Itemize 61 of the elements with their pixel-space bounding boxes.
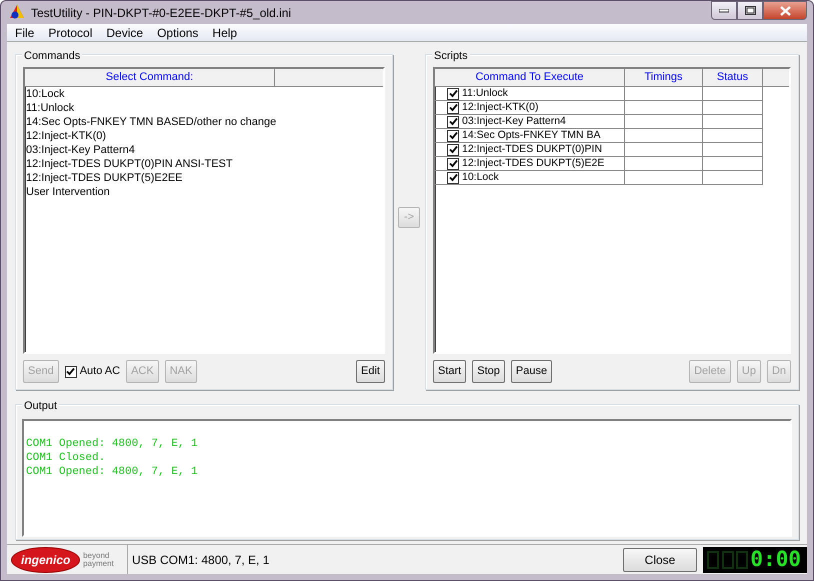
list-item[interactable]: 10:Lock: [25, 87, 383, 101]
close-button[interactable]: [763, 1, 807, 20]
script-command: 12:Inject-TDES DUKPT(0)PIN: [462, 143, 602, 156]
action-button[interactable]: Stop: [472, 360, 505, 383]
app-logo-icon: [9, 4, 25, 21]
action-button[interactable]: Edit: [356, 360, 385, 383]
column-header[interactable]: Command To Execute: [435, 69, 625, 87]
script-command: 11:Unlock: [462, 87, 508, 100]
checkbox[interactable]: [447, 102, 459, 114]
status-cell: [703, 87, 763, 101]
column-header[interactable]: Status: [703, 69, 763, 87]
action-button[interactable]: Start: [433, 360, 466, 383]
script-command: 12:Inject-KTK(0): [462, 101, 538, 114]
close-icon: [780, 6, 790, 16]
status-cell: [703, 157, 763, 171]
list-item[interactable]: 03:Inject-Key Pattern4: [25, 143, 383, 157]
log-line: COM1 Opened: 4800, 7, E, 1: [26, 437, 199, 451]
log-line: COM1 Closed.: [26, 451, 106, 465]
group-title: Output: [22, 398, 60, 414]
brand-logo: ingenico: [11, 546, 80, 572]
status-cell: [703, 143, 763, 157]
list-item[interactable]: 14:Sec Opts-FNKEY TMN BASED/other no change: [25, 115, 383, 129]
checkbox[interactable]: [447, 88, 459, 100]
log-line: COM1 Opened: 4800, 7, E, 1: [26, 465, 199, 479]
script-command: 10:Lock: [462, 171, 499, 184]
unlit-digits-drawing: [706, 550, 748, 568]
menu-item[interactable]: File: [15, 24, 34, 42]
status-cell: [703, 101, 763, 115]
checkbox[interactable]: [447, 158, 459, 170]
minimize-button[interactable]: [711, 1, 737, 20]
script-command: 14:Sec Opts-FNKEY TMN BA: [462, 129, 600, 142]
list-item[interactable]: 12:Inject-TDES DUKPT(5)E2EE: [25, 171, 383, 185]
checkbox-label: Auto AC: [80, 364, 120, 380]
menu-item[interactable]: Help: [212, 24, 238, 42]
status-cell: [703, 115, 763, 129]
maximize-button[interactable]: [737, 1, 763, 20]
menu-item[interactable]: Options: [157, 24, 198, 42]
script-command: 12:Inject-TDES DUKPT(5)E2E: [462, 157, 604, 170]
menu-item[interactable]: Protocol: [48, 24, 92, 42]
minimize-icon: [719, 8, 729, 12]
list-item[interactable]: User Intervention: [25, 185, 383, 199]
menu-item[interactable]: Device: [106, 24, 144, 42]
close-button[interactable]: Close: [623, 548, 697, 572]
timer-value: 0:00: [750, 549, 801, 570]
checkbox[interactable]: [447, 172, 459, 184]
action-button[interactable]: Pause: [510, 360, 552, 383]
list-item[interactable]: 12:Inject-KTK(0): [25, 129, 383, 143]
brand-tagline: beyond payment: [83, 552, 115, 568]
maximize-icon: [744, 6, 756, 15]
script-command: 03:Inject-Key Pattern4: [462, 115, 566, 128]
column-header[interactable]: Timings: [625, 69, 703, 87]
list-item[interactable]: 12:Inject-TDES DUKPT(0)PIN ANSI-TEST: [25, 157, 383, 171]
list-item[interactable]: 11:Unlock: [25, 101, 383, 115]
status-cell: [703, 171, 763, 185]
checkbox[interactable]: [447, 116, 459, 128]
checkbox[interactable]: [447, 144, 459, 156]
checkbox[interactable]: [64, 366, 77, 378]
checkbox[interactable]: [447, 130, 459, 142]
status-cell: [703, 129, 763, 143]
group-title: Scripts: [432, 48, 470, 64]
window-title: TestUtility - PIN-DKPT-#0-E2EE-DKPT-#5_old.ini: [31, 4, 292, 22]
